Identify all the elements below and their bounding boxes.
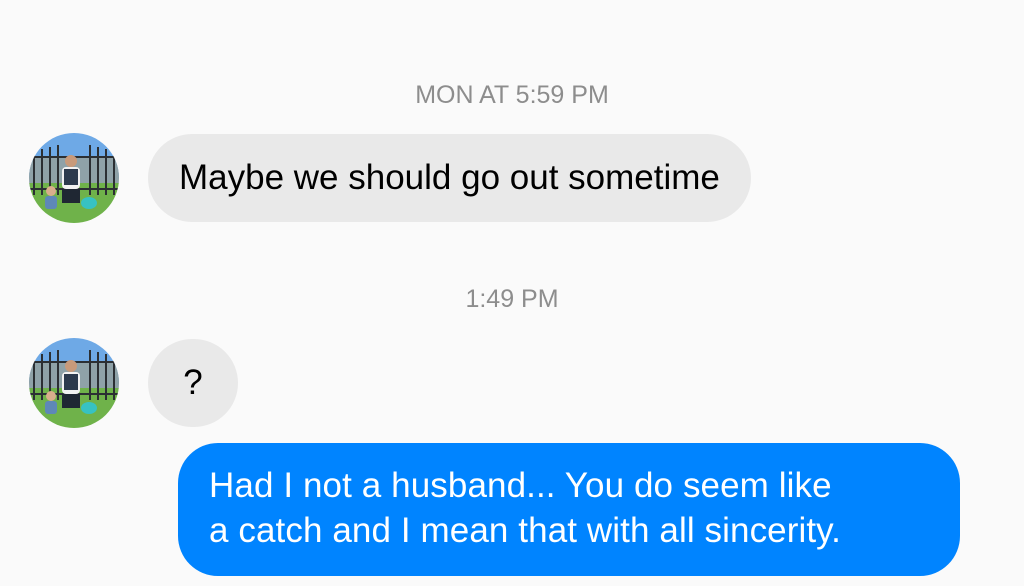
message-line: Had I not a husband... You do seem like <box>209 466 832 505</box>
timestamp-mon-5-59: MON AT 5:59 PM <box>415 81 609 109</box>
contact-avatar-icon[interactable] <box>29 133 119 223</box>
avatar-photo <box>29 133 119 223</box>
message-line: a catch and I mean that with all sinceri… <box>209 511 842 550</box>
outgoing-message-bubble[interactable]: Had I not a husband... You do seem like … <box>178 443 960 576</box>
incoming-message-bubble[interactable]: ? <box>148 339 238 427</box>
avatar-photo <box>29 338 119 428</box>
contact-avatar-icon[interactable] <box>29 338 119 428</box>
incoming-message-bubble[interactable]: Maybe we should go out sometime <box>148 134 751 222</box>
timestamp-1-49: 1:49 PM <box>465 285 559 313</box>
